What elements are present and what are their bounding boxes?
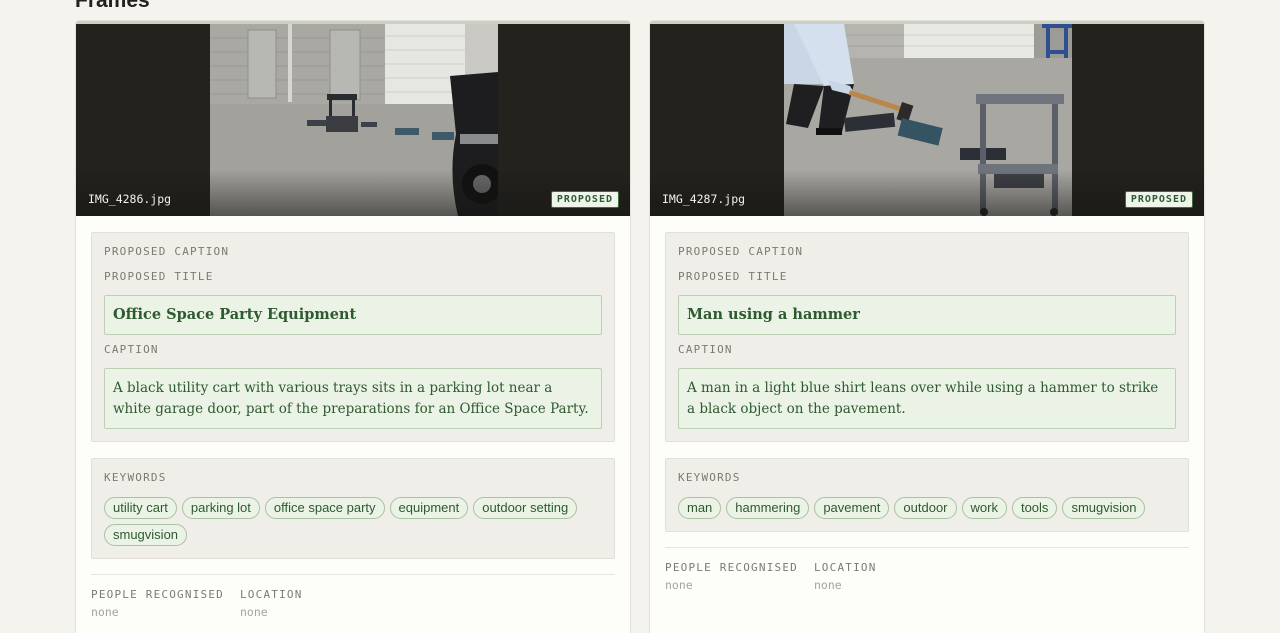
- keyword-chip[interactable]: tools: [1011, 497, 1058, 519]
- keyword-list: utility cart parking lot office space pa…: [104, 497, 604, 546]
- frame-thumbnail[interactable]: IMG_4287.jpg PROPOSED: [650, 24, 1204, 216]
- keyword-chip[interactable]: work: [961, 497, 1007, 519]
- frame-card[interactable]: IMG_4287.jpg PROPOSED PROPOSED CAPTION P…: [649, 20, 1205, 633]
- proposed-title-field[interactable]: Office Space Party Equipment: [104, 295, 602, 335]
- status-badge: PROPOSED: [550, 191, 619, 208]
- status-badge: PROPOSED: [1124, 191, 1193, 208]
- keywords-panel: KEYWORDS man hammering pavement outdoor …: [665, 458, 1189, 532]
- keywords-label: KEYWORDS: [678, 471, 741, 484]
- keyword-chip[interactable]: pavement: [814, 497, 890, 519]
- divider: [91, 574, 615, 575]
- people-value: none: [665, 578, 693, 592]
- proposed-title-label: PROPOSED TITLE: [104, 270, 214, 283]
- people-recognised: PEOPLE RECOGNISED none: [91, 588, 224, 619]
- people-label: PEOPLE RECOGNISED: [91, 588, 224, 601]
- keyword-chip[interactable]: smugvision: [1062, 497, 1146, 519]
- frame-thumbnail[interactable]: IMG_4286.jpg PROPOSED: [76, 24, 630, 216]
- keywords-panel: KEYWORDS utility cart parking lot office…: [91, 458, 615, 559]
- proposed-title-label: PROPOSED TITLE: [678, 270, 788, 283]
- location-value: none: [813, 578, 842, 592]
- frames-page: Frames IMG_4286.jpg PROPOSED PROPOSED CA…: [0, 0, 1280, 633]
- people-label: PEOPLE RECOGNISED: [665, 561, 798, 574]
- keyword-chip[interactable]: equipment: [389, 497, 469, 519]
- people-value: none: [91, 605, 119, 619]
- keywords-label: KEYWORDS: [104, 471, 167, 484]
- caption-label: CAPTION: [104, 343, 159, 356]
- caption-field[interactable]: A man in a light blue shirt leans over w…: [678, 368, 1176, 429]
- keyword-chip[interactable]: parking lot: [181, 497, 260, 519]
- proposed-caption-label: PROPOSED CAPTION: [678, 245, 804, 258]
- keyword-chip[interactable]: outdoor: [894, 497, 957, 519]
- location-label: LOCATION: [813, 561, 877, 574]
- keyword-chip[interactable]: outdoor setting: [473, 497, 578, 519]
- caption-label: CAPTION: [678, 343, 733, 356]
- keyword-chip[interactable]: office space party: [264, 497, 385, 519]
- people-recognised: PEOPLE RECOGNISED none: [665, 561, 798, 592]
- keyword-chip[interactable]: utility cart: [104, 497, 177, 519]
- keyword-chip[interactable]: smugvision: [104, 524, 188, 546]
- caption-field[interactable]: A black utility cart with various trays …: [104, 368, 602, 429]
- location: LOCATION none: [814, 561, 877, 592]
- proposed-caption-label: PROPOSED CAPTION: [104, 245, 230, 258]
- keyword-list: man hammering pavement outdoor work tool…: [678, 497, 1178, 519]
- divider: [665, 547, 1189, 548]
- section-title: Frames: [75, 0, 150, 12]
- keyword-chip[interactable]: man: [678, 497, 722, 519]
- meta-info: PEOPLE RECOGNISED none LOCATION none: [665, 561, 877, 592]
- frame-filename: IMG_4287.jpg: [662, 192, 746, 206]
- location: LOCATION none: [240, 588, 303, 619]
- proposed-caption-panel: PROPOSED CAPTION PROPOSED TITLE Man usin…: [665, 232, 1189, 442]
- proposed-caption-panel: PROPOSED CAPTION PROPOSED TITLE Office S…: [91, 232, 615, 442]
- keyword-chip[interactable]: hammering: [726, 497, 810, 519]
- frame-filename: IMG_4286.jpg: [88, 192, 172, 206]
- proposed-title-field[interactable]: Man using a hammer: [678, 295, 1176, 335]
- meta-info: PEOPLE RECOGNISED none LOCATION none: [91, 588, 303, 619]
- frame-card[interactable]: IMG_4286.jpg PROPOSED PROPOSED CAPTION P…: [75, 20, 631, 633]
- location-value: none: [239, 605, 268, 619]
- location-label: LOCATION: [239, 588, 303, 601]
